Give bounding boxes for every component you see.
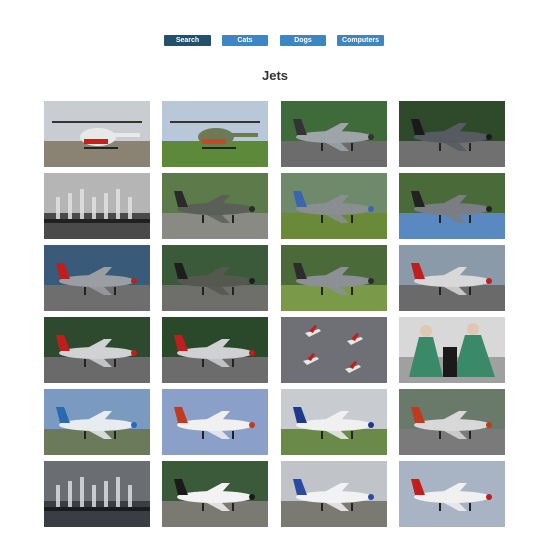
jets-formation-sky-image[interactable]	[281, 317, 387, 383]
helicopter-camo-mansion-image[interactable]	[162, 101, 268, 167]
dancers-dresses-image[interactable]	[399, 317, 505, 383]
jet-grey-side-green-image[interactable]	[281, 245, 387, 311]
jet-red-orange-hangar-image[interactable]	[399, 389, 505, 455]
helicopter-red-white-image[interactable]	[44, 101, 150, 167]
jet-grey-red-tail-image[interactable]	[44, 245, 150, 311]
image-grid	[44, 101, 505, 527]
jet-red-tail-front-image[interactable]	[44, 317, 150, 383]
computers-button[interactable]: Computers	[337, 35, 384, 46]
jet-dark-olive-image[interactable]	[162, 245, 268, 311]
jet-camo-side-image[interactable]	[162, 173, 268, 239]
page-title: Jets	[261, 68, 289, 83]
cats-button[interactable]: Cats	[222, 35, 268, 46]
top-nav: Search Cats Dogs Computers	[0, 35, 550, 46]
jet-grey-front-runway-image[interactable]	[399, 173, 505, 239]
airliner-tree-line-image[interactable]	[162, 461, 268, 527]
airliner-stripes-image[interactable]	[281, 389, 387, 455]
fountain-bw-image[interactable]	[44, 173, 150, 239]
dogs-button[interactable]: Dogs	[280, 35, 326, 46]
airliner-white-sky-image[interactable]	[162, 389, 268, 455]
jet-grey-low-image[interactable]	[281, 173, 387, 239]
jet-grey-front-dark-image[interactable]	[399, 101, 505, 167]
bizjet-blue-white-image[interactable]	[44, 389, 150, 455]
airliner-red-cloudy-image[interactable]	[399, 461, 505, 527]
jet-grey-nose-front-image[interactable]	[281, 101, 387, 167]
fountain-dark-lake-image[interactable]	[44, 461, 150, 527]
airliner-blue-stripe-image[interactable]	[281, 461, 387, 527]
jet-red-tail-crew-image[interactable]	[162, 317, 268, 383]
search-button[interactable]: Search	[164, 35, 211, 46]
jet-red-tail-smoke-image[interactable]	[399, 245, 505, 311]
